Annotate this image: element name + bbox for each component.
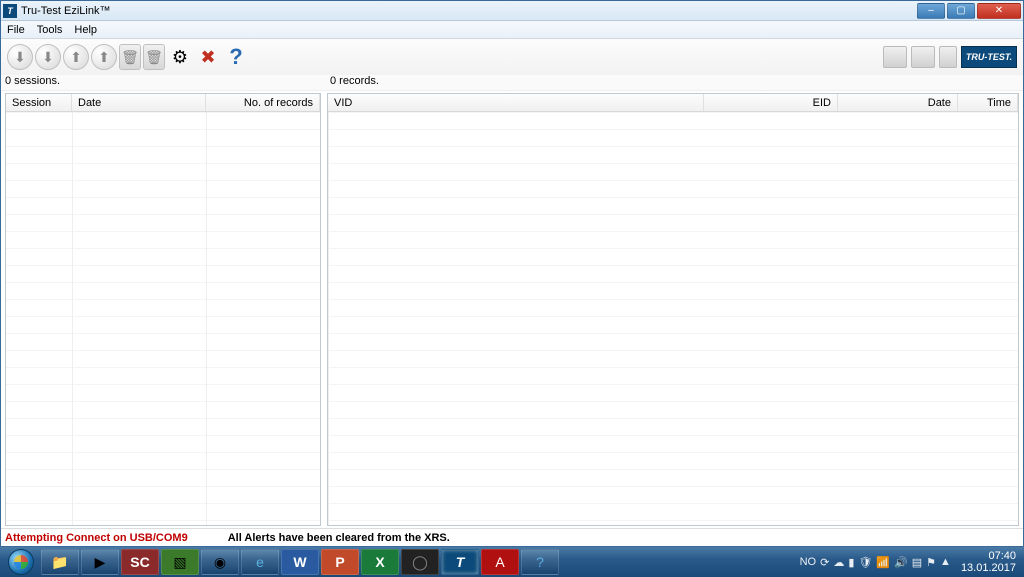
taskbar-adobe-icon[interactable]: A <box>481 549 519 575</box>
tray-cloud-icon[interactable]: ☁ <box>833 556 844 569</box>
col-norecords[interactable]: No. of records <box>206 94 320 111</box>
tools-icon[interactable]: ✖ <box>195 44 221 70</box>
count-bar: 0 sessions. 0 records. <box>1 75 1023 91</box>
tray-date: 13.01.2017 <box>961 562 1016 574</box>
menu-help[interactable]: Help <box>74 24 97 36</box>
menubar: File Tools Help <box>1 21 1023 39</box>
upload-button[interactable]: ⬆ <box>63 44 89 70</box>
app-icon: T <box>3 4 17 18</box>
device-wand-icon <box>939 46 957 68</box>
content-area: Session Date No. of records VID EID Date… <box>1 91 1023 528</box>
tray-flag-icon[interactable]: ⚑ <box>926 556 936 569</box>
maximize-button[interactable]: ▢ <box>947 3 975 19</box>
tray-shield-icon[interactable]: 🛡 <box>858 556 872 569</box>
tray-lang[interactable]: NO <box>800 556 817 568</box>
titlebar[interactable]: T Tru-Test EziLink™ – ▢ ✕ <box>1 1 1023 21</box>
taskbar-explorer-icon[interactable]: 📁 <box>41 549 79 575</box>
windows-orb-icon <box>8 549 34 575</box>
taskbar-minecraft-icon[interactable]: ▧ <box>161 549 199 575</box>
status-connect: Attempting Connect on USB/COM9 <box>5 532 188 544</box>
tray-volume-icon[interactable]: 🔊 <box>894 556 908 569</box>
tray-wifi-icon[interactable]: 📶 <box>876 556 890 569</box>
col-session[interactable]: Session <box>6 94 72 111</box>
col-time[interactable]: Time <box>958 94 1018 111</box>
tray-chevron-icon[interactable]: ▲ <box>940 556 951 568</box>
system-tray[interactable]: NO ⟳ ☁ ▮ 🛡 📶 🔊 ▤ ⚑ ▲ 07:40 13.01.2017 <box>800 550 1022 574</box>
taskbar-media-icon[interactable]: ▶ <box>81 549 119 575</box>
records-headers: VID EID Date Time <box>328 94 1018 112</box>
start-button[interactable] <box>2 547 40 577</box>
col-eid[interactable]: EID <box>704 94 838 111</box>
download-button[interactable]: ⬇ <box>7 44 33 70</box>
delete-button[interactable]: 🗑 <box>119 44 141 70</box>
status-alerts: All Alerts have been cleared from the XR… <box>228 532 450 544</box>
menu-tools[interactable]: Tools <box>37 24 63 36</box>
col-record-date[interactable]: Date <box>838 94 958 111</box>
taskbar-ezilink-icon[interactable]: T <box>441 549 479 575</box>
brand-logo: TRU-TEST. <box>961 46 1017 68</box>
tray-clock[interactable]: 07:40 13.01.2017 <box>961 550 1016 574</box>
tray-battery-icon[interactable]: ▮ <box>848 556 854 569</box>
window-title: Tru-Test EziLink™ <box>21 5 917 17</box>
menu-file[interactable]: File <box>7 24 25 36</box>
tray-sync-icon[interactable]: ⟳ <box>820 556 829 569</box>
tray-time: 07:40 <box>961 550 1016 562</box>
sessions-panel: Session Date No. of records <box>5 93 321 526</box>
settings-icon[interactable]: ⚙ <box>167 44 193 70</box>
sessions-grid[interactable] <box>6 112 320 525</box>
records-panel: VID EID Date Time <box>327 93 1019 526</box>
minimize-button[interactable]: – <box>917 3 945 19</box>
taskbar-powerpoint-icon[interactable]: P <box>321 549 359 575</box>
taskbar-help-icon[interactable]: ? <box>521 549 559 575</box>
app-window: T Tru-Test EziLink™ – ▢ ✕ File Tools Hel… <box>0 0 1024 547</box>
close-button[interactable]: ✕ <box>977 3 1021 19</box>
download-all-button[interactable]: ⬇ <box>35 44 61 70</box>
delete-all-button[interactable]: 🗑 <box>143 44 165 70</box>
toolbar: ⬇ ⬇ ⬆ ⬆ 🗑 🗑 ⚙ ✖ ? TRU-TEST. <box>1 39 1023 75</box>
upload-all-button[interactable]: ⬆ <box>91 44 117 70</box>
tray-network-icon[interactable]: ▤ <box>912 556 922 569</box>
sessions-headers: Session Date No. of records <box>6 94 320 112</box>
taskbar-app-sc-icon[interactable]: SC <box>121 549 159 575</box>
statusbar: Attempting Connect on USB/COM9 All Alert… <box>1 528 1023 546</box>
taskbar-word-icon[interactable]: W <box>281 549 319 575</box>
device-reader-icon <box>911 46 935 68</box>
taskbar-obs-icon[interactable]: ◯ <box>401 549 439 575</box>
taskbar-ie-icon[interactable]: e <box>241 549 279 575</box>
records-grid[interactable] <box>328 112 1018 525</box>
device-indicator-icon <box>883 46 907 68</box>
col-date[interactable]: Date <box>72 94 206 111</box>
records-count: 0 records. <box>324 75 1023 90</box>
taskbar-excel-icon[interactable]: X <box>361 549 399 575</box>
taskbar-chrome-icon[interactable]: ◉ <box>201 549 239 575</box>
help-icon[interactable]: ? <box>223 44 249 70</box>
col-vid[interactable]: VID <box>328 94 704 111</box>
taskbar: 📁 ▶ SC ▧ ◉ e W P X ◯ T A ? NO ⟳ ☁ ▮ 🛡 📶 … <box>0 547 1024 577</box>
sessions-count: 0 sessions. <box>1 75 324 90</box>
